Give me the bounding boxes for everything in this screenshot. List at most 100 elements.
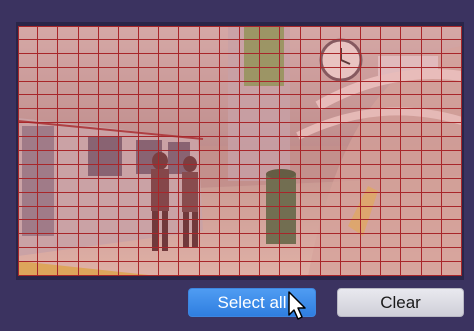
grid-cell[interactable] xyxy=(98,109,119,124)
grid-cell[interactable] xyxy=(340,123,362,138)
grid-cell[interactable] xyxy=(320,164,341,179)
grid-cell[interactable] xyxy=(340,164,362,179)
grid-cell[interactable] xyxy=(118,95,140,110)
grid-cell[interactable] xyxy=(179,81,200,96)
grid-cell[interactable] xyxy=(98,39,119,54)
grid-cell[interactable] xyxy=(118,220,140,235)
grid-cell[interactable] xyxy=(320,178,341,193)
grid-cell[interactable] xyxy=(320,192,341,207)
grid-cell[interactable] xyxy=(239,95,261,110)
grid-cell[interactable] xyxy=(18,192,39,207)
grid-cell[interactable] xyxy=(401,67,422,82)
grid-cell[interactable] xyxy=(38,81,59,96)
grid-cell[interactable] xyxy=(139,248,160,263)
grid-cell[interactable] xyxy=(199,67,220,82)
grid-cell[interactable] xyxy=(199,137,220,151)
grid-cell[interactable] xyxy=(340,39,362,54)
grid-cell[interactable] xyxy=(320,39,341,54)
grid-cell[interactable] xyxy=(219,137,240,151)
grid-cell[interactable] xyxy=(401,164,422,179)
grid-cell[interactable] xyxy=(381,26,402,40)
grid-cell[interactable] xyxy=(18,206,39,221)
grid-cell[interactable] xyxy=(78,26,99,40)
grid-cell[interactable] xyxy=(340,178,362,193)
grid-cell[interactable] xyxy=(78,95,99,110)
grid-cell[interactable] xyxy=(98,81,119,96)
grid-cell[interactable] xyxy=(118,137,140,151)
grid-cell[interactable] xyxy=(361,206,382,221)
grid-cell[interactable] xyxy=(58,95,79,110)
grid-cell[interactable] xyxy=(219,234,240,249)
grid-cell[interactable] xyxy=(260,151,281,165)
grid-cell[interactable] xyxy=(38,234,59,249)
grid-cell[interactable] xyxy=(441,262,462,276)
grid-cell[interactable] xyxy=(179,248,200,263)
grid-cell[interactable] xyxy=(139,151,160,165)
grid-cell[interactable] xyxy=(179,234,200,249)
grid-cell[interactable] xyxy=(260,95,281,110)
grid-cell[interactable] xyxy=(441,151,462,165)
grid-cell[interactable] xyxy=(38,151,59,165)
grid-cell[interactable] xyxy=(118,109,140,124)
grid-cell[interactable] xyxy=(139,39,160,54)
grid-cell[interactable] xyxy=(18,95,39,110)
grid-cell[interactable] xyxy=(280,137,301,151)
grid-cell[interactable] xyxy=(361,178,382,193)
grid-cell[interactable] xyxy=(139,234,160,249)
grid-cell[interactable] xyxy=(118,123,140,138)
grid-cell[interactable] xyxy=(159,123,180,138)
grid-cell[interactable] xyxy=(219,123,240,138)
grid-cell[interactable] xyxy=(78,81,99,96)
grid-cell[interactable] xyxy=(199,178,220,193)
grid-cell[interactable] xyxy=(381,248,402,263)
grid-cell[interactable] xyxy=(239,26,261,40)
grid-cell[interactable] xyxy=(159,109,180,124)
grid-cell[interactable] xyxy=(38,26,59,40)
grid-cell[interactable] xyxy=(199,206,220,221)
grid-cell[interactable] xyxy=(421,248,442,263)
grid-cell[interactable] xyxy=(118,26,140,40)
grid-cell[interactable] xyxy=(18,178,39,193)
grid-cell[interactable] xyxy=(300,220,321,235)
grid-cell[interactable] xyxy=(441,178,462,193)
grid-cell[interactable] xyxy=(401,151,422,165)
grid-cell[interactable] xyxy=(139,206,160,221)
grid-cell[interactable] xyxy=(78,164,99,179)
grid-cell[interactable] xyxy=(199,26,220,40)
grid-cell[interactable] xyxy=(159,206,180,221)
grid-cell[interactable] xyxy=(139,26,160,40)
grid-cell[interactable] xyxy=(18,262,39,276)
grid-cell[interactable] xyxy=(320,220,341,235)
grid-cell[interactable] xyxy=(98,26,119,40)
grid-cell[interactable] xyxy=(78,137,99,151)
grid-cell[interactable] xyxy=(381,39,402,54)
grid-cell[interactable] xyxy=(239,178,261,193)
grid-cell[interactable] xyxy=(159,234,180,249)
grid-cell[interactable] xyxy=(441,220,462,235)
grid-cell[interactable] xyxy=(401,81,422,96)
grid-cell[interactable] xyxy=(78,262,99,276)
grid-cell[interactable] xyxy=(421,151,442,165)
clear-button[interactable]: Clear xyxy=(337,288,464,317)
grid-cell[interactable] xyxy=(401,234,422,249)
grid-cell[interactable] xyxy=(118,262,140,276)
grid-cell[interactable] xyxy=(320,206,341,221)
grid-cell[interactable] xyxy=(219,178,240,193)
grid-cell[interactable] xyxy=(18,248,39,263)
grid-cell[interactable] xyxy=(361,234,382,249)
grid-cell[interactable] xyxy=(98,192,119,207)
grid-cell[interactable] xyxy=(361,262,382,276)
grid-cell[interactable] xyxy=(320,137,341,151)
grid-cell[interactable] xyxy=(18,123,39,138)
grid-cell[interactable] xyxy=(159,137,180,151)
grid-cell[interactable] xyxy=(159,178,180,193)
grid-cell[interactable] xyxy=(361,39,382,54)
grid-cell[interactable] xyxy=(300,109,321,124)
grid-cell[interactable] xyxy=(38,67,59,82)
grid-cell[interactable] xyxy=(239,192,261,207)
grid-cell[interactable] xyxy=(58,248,79,263)
grid-cell[interactable] xyxy=(260,53,281,68)
grid-cell[interactable] xyxy=(118,151,140,165)
grid-cell[interactable] xyxy=(58,123,79,138)
grid-cell[interactable] xyxy=(58,81,79,96)
